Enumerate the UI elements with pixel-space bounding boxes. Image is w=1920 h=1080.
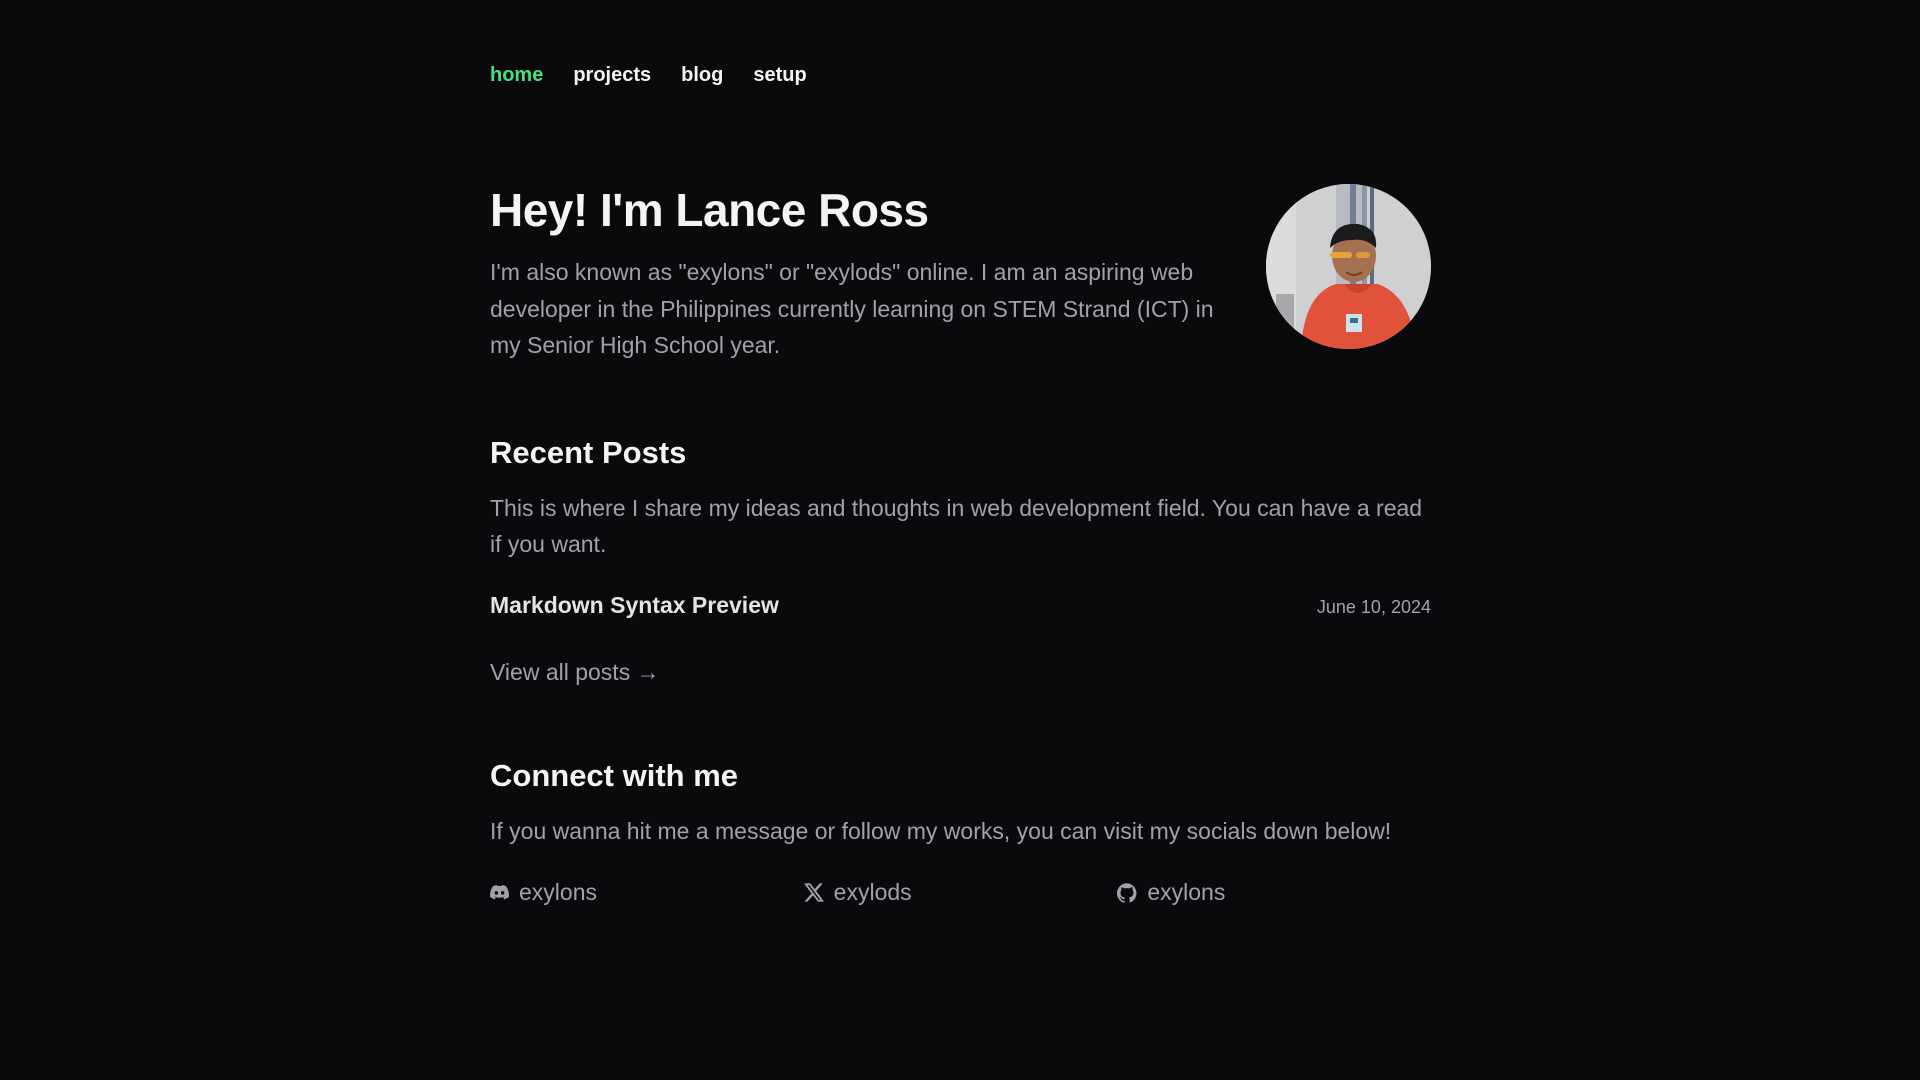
- nav-item-setup[interactable]: setup: [753, 64, 806, 87]
- social-handle: exylods: [833, 879, 912, 905]
- nav-item-blog[interactable]: blog: [681, 64, 723, 87]
- connect-heading: Connect with me: [490, 758, 739, 793]
- github-icon: [1117, 882, 1137, 903]
- view-all-posts-link[interactable]: View all posts →: [490, 659, 660, 686]
- social-link-discord[interactable]: exylons: [490, 879, 804, 906]
- avatar-photo: [1266, 184, 1431, 349]
- social-link-github[interactable]: exylons: [1117, 879, 1431, 906]
- nav-item-home[interactable]: home: [490, 64, 543, 87]
- connect-description: If you wanna hit me a message or follow …: [490, 818, 1392, 844]
- social-handle: exylons: [519, 879, 597, 905]
- avatar: [1266, 184, 1431, 349]
- list-item: Markdown Syntax Preview June 10, 2024: [490, 592, 1431, 619]
- recent-posts-section: Recent Posts This is where I share my id…: [490, 435, 1431, 686]
- post-date: June 10, 2024: [1316, 597, 1431, 617]
- nav-item-projects[interactable]: projects: [573, 64, 651, 87]
- top-nav: home projects blog setup: [490, 64, 807, 87]
- connect-section: Connect with me If you wanna hit me a me…: [490, 758, 1431, 906]
- intro-text: I'm also known as "exylons" or "exylods"…: [490, 259, 1214, 358]
- recent-posts-heading: Recent Posts: [490, 435, 687, 470]
- post-title-link[interactable]: Markdown Syntax Preview: [490, 592, 779, 619]
- recent-posts-description: This is where I share my ideas and thoug…: [490, 495, 1423, 557]
- social-link-x[interactable]: exylods: [803, 879, 1118, 906]
- social-links: exylons exylods exylons: [490, 879, 1431, 906]
- social-handle: exylons: [1147, 879, 1226, 905]
- x-icon: [803, 883, 824, 902]
- discord-icon: [490, 885, 509, 900]
